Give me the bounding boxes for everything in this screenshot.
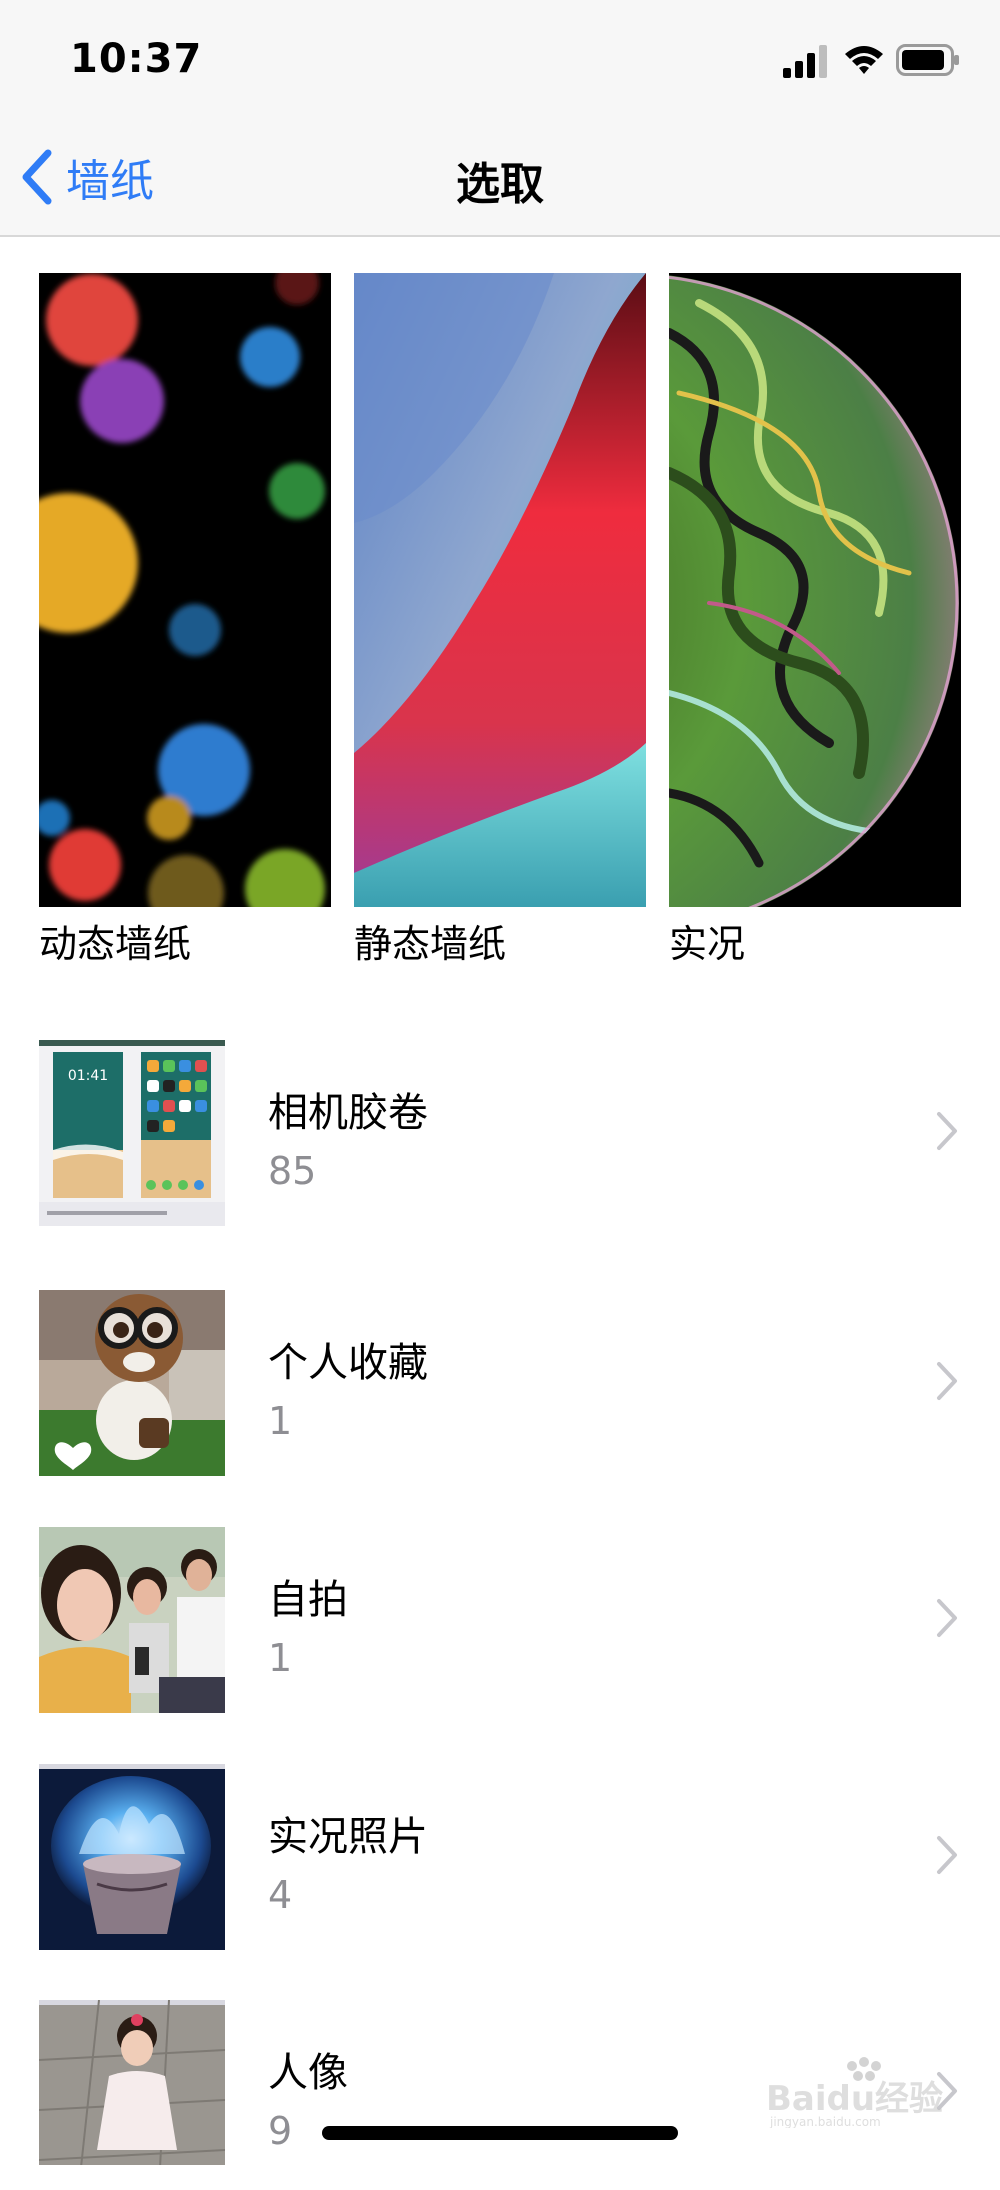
album-count: 85 bbox=[268, 1149, 317, 1193]
svg-text:Baidu经验: Baidu经验 bbox=[766, 2079, 943, 2119]
album-row-live-photos[interactable]: 实况照片 4 bbox=[0, 1764, 1000, 1954]
album-row-favorites[interactable]: 个人收藏 1 bbox=[0, 1290, 1000, 1480]
album-count: 9 bbox=[268, 2109, 293, 2153]
navigation-bar: 墙纸 选取 bbox=[0, 120, 1000, 237]
album-name: 相机胶卷 bbox=[268, 1090, 428, 1136]
wifi-icon bbox=[845, 46, 883, 74]
wallpaper-live-tile[interactable]: 实况 bbox=[669, 273, 961, 967]
wallpaper-dynamic-label: 动态墙纸 bbox=[39, 922, 192, 966]
wallpaper-still-tile[interactable]: 静态墙纸 bbox=[354, 273, 646, 967]
favorites-thumbnail bbox=[39, 1290, 225, 1476]
chevron-right-icon bbox=[937, 1836, 957, 1874]
svg-text:jingyan.baidu.com: jingyan.baidu.com bbox=[769, 2115, 881, 2128]
live-photos-thumbnail bbox=[39, 1764, 225, 1950]
still-wallpaper-preview bbox=[354, 273, 646, 907]
album-row-selfies[interactable]: 自拍 1 bbox=[0, 1527, 1000, 1717]
album-name: 人像 bbox=[268, 2050, 348, 2096]
chevron-right-icon bbox=[937, 1112, 957, 1150]
portrait-thumbnail bbox=[39, 2000, 225, 2165]
album-name: 实况照片 bbox=[268, 1814, 428, 1860]
chevron-right-icon bbox=[937, 1362, 957, 1400]
album-name: 个人收藏 bbox=[268, 1340, 428, 1386]
baidu-jingyan-watermark: Baidu经验 jingyan.baidu.com bbox=[766, 2057, 943, 2128]
album-row-camera-roll[interactable]: 01:41 相机胶卷 85 bbox=[0, 1040, 1000, 1230]
selfies-thumbnail bbox=[39, 1527, 225, 1713]
camera-roll-thumbnail: 01:41 bbox=[39, 1040, 225, 1226]
wallpaper-still-label: 静态墙纸 bbox=[354, 922, 507, 966]
wallpaper-dynamic-tile[interactable]: 动态墙纸 bbox=[39, 273, 331, 967]
live-wallpaper-preview bbox=[669, 273, 961, 907]
album-count: 1 bbox=[268, 1399, 293, 1443]
wallpaper-live-label: 实况 bbox=[669, 922, 746, 966]
dynamic-wallpaper-preview bbox=[39, 273, 331, 907]
status-bar: 10:37 bbox=[0, 0, 1000, 120]
lock-screen-time: 01:41 bbox=[68, 1068, 108, 1084]
page-title: 选取 bbox=[456, 159, 544, 210]
album-name: 自拍 bbox=[268, 1577, 348, 1623]
album-count: 4 bbox=[268, 1873, 293, 1917]
home-indicator[interactable] bbox=[322, 2126, 678, 2140]
status-time: 10:37 bbox=[70, 36, 203, 82]
chevron-right-icon bbox=[937, 1599, 957, 1637]
album-count: 1 bbox=[268, 1636, 293, 1680]
battery-icon bbox=[896, 44, 959, 76]
cellular-signal-icon bbox=[783, 45, 827, 78]
